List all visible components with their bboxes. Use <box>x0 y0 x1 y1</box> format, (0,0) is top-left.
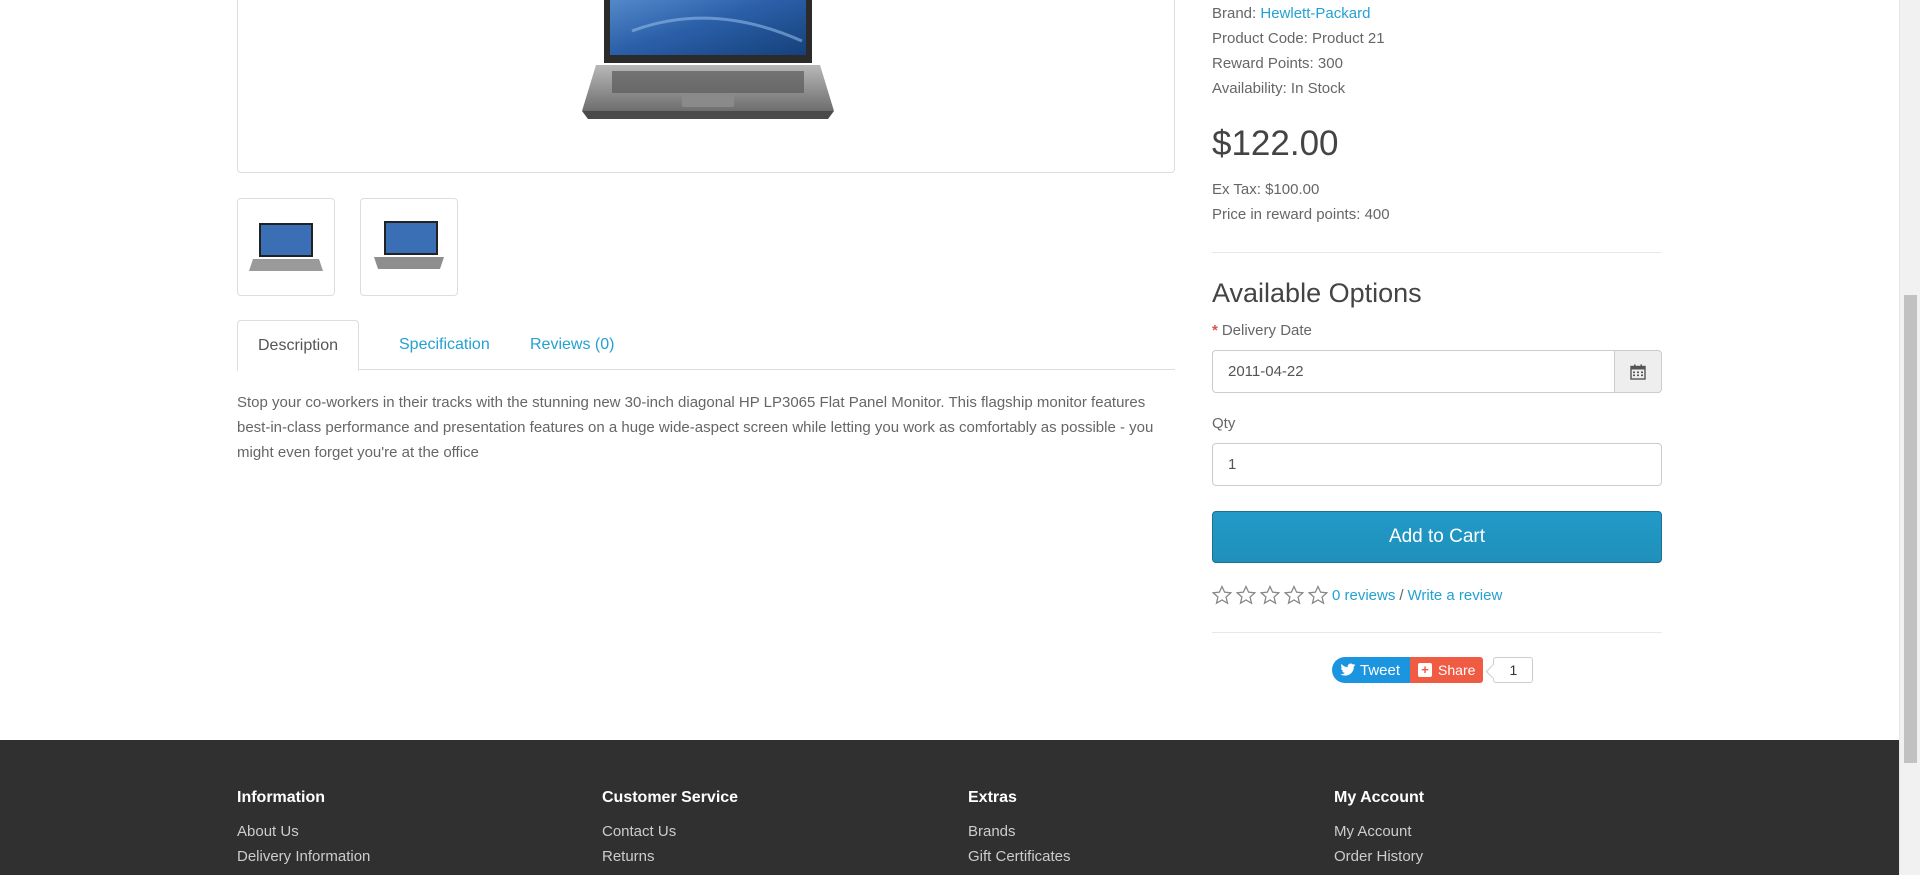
calendar-icon <box>1630 364 1646 380</box>
add-to-cart-button[interactable]: Add to Cart <box>1212 511 1662 563</box>
footer-link-about-us[interactable]: About Us <box>237 822 299 842</box>
thumbnail-2[interactable] <box>360 198 458 296</box>
rating-separator: / <box>1399 586 1404 604</box>
delivery-date-label: * Delivery Date <box>1212 321 1312 341</box>
rating-row: 0 reviews / Write a review <box>1212 583 1502 607</box>
footer-link-returns[interactable]: Returns <box>602 847 655 867</box>
share-label: Share <box>1438 662 1476 678</box>
product-tabs: Description Specification Reviews (0) <box>237 320 1175 371</box>
footer: Information About Us Delivery Informatio… <box>0 740 1899 875</box>
share-plus-icon: + <box>1418 663 1433 677</box>
footer-heading: Information <box>237 789 325 806</box>
vertical-scrollbar[interactable] <box>1899 0 1920 875</box>
brand-link[interactable]: Hewlett-Packard <box>1260 5 1370 22</box>
delivery-date-input[interactable]: 2011-04-22 <box>1212 350 1615 393</box>
footer-heading: My Account <box>1334 789 1425 806</box>
reviews-link[interactable]: 0 reviews <box>1332 587 1395 604</box>
divider <box>1212 632 1662 633</box>
required-mark: * <box>1212 322 1218 339</box>
star-empty-icon <box>1212 585 1232 605</box>
twitter-bird-icon <box>1340 663 1356 676</box>
star-empty-icon <box>1260 585 1280 605</box>
laptop-thumbnail-image <box>374 221 444 269</box>
ex-tax-price: Ex Tax: $100.00 <box>1212 181 1320 198</box>
calendar-button[interactable] <box>1614 350 1662 393</box>
reward-price: Price in reward points: 400 <box>1212 206 1390 223</box>
laptop-image <box>582 0 834 119</box>
options-heading: Available Options <box>1212 278 1422 308</box>
tab-description[interactable]: Description <box>237 320 360 371</box>
scrollbar-thumb[interactable] <box>1904 295 1917 763</box>
footer-heading: Customer Service <box>602 789 739 806</box>
tab-reviews[interactable]: Reviews (0) <box>510 320 634 371</box>
footer-link-contact-us[interactable]: Contact Us <box>602 822 676 842</box>
main-product-image[interactable] <box>237 0 1175 173</box>
qty-input[interactable]: 1 <box>1212 443 1662 486</box>
tweet-label: Tweet <box>1360 661 1401 679</box>
brand-line: Brand: Hewlett-Packard <box>1212 4 1370 24</box>
tweet-button[interactable]: Tweet <box>1332 657 1411 683</box>
thumbnail-1[interactable] <box>237 198 335 296</box>
footer-link-gift-certificates[interactable]: Gift Certificates <box>968 847 1071 867</box>
footer-heading: Extras <box>968 789 1017 806</box>
footer-link-order-history[interactable]: Order History <box>1334 847 1423 867</box>
laptop-thumbnail-image <box>249 223 323 271</box>
divider <box>1212 252 1662 253</box>
star-empty-icon <box>1284 585 1304 605</box>
product-description: Stop your co-workers in their tracks wit… <box>237 394 1154 461</box>
share-count: 1 <box>1493 657 1534 683</box>
availability: Availability: In Stock <box>1212 80 1346 97</box>
footer-link-delivery-information[interactable]: Delivery Information <box>237 847 370 867</box>
qty-label: Qty <box>1212 415 1236 432</box>
social-share: Tweet + Share 1 <box>1332 657 1534 683</box>
brand-label: Brand: <box>1212 5 1257 22</box>
write-review-link[interactable]: Write a review <box>1408 587 1503 604</box>
tab-specification[interactable]: Specification <box>379 320 510 371</box>
star-empty-icon <box>1308 585 1328 605</box>
product-code: Product Code: Product 21 <box>1212 30 1385 47</box>
footer-link-my-account[interactable]: My Account <box>1334 822 1412 842</box>
product-price: $122.00 <box>1212 124 1339 163</box>
reward-points: Reward Points: 300 <box>1212 55 1343 72</box>
share-button[interactable]: + Share <box>1410 657 1484 683</box>
star-empty-icon <box>1236 585 1256 605</box>
delivery-date-text: Delivery Date <box>1221 322 1312 339</box>
footer-link-brands[interactable]: Brands <box>968 822 1016 842</box>
